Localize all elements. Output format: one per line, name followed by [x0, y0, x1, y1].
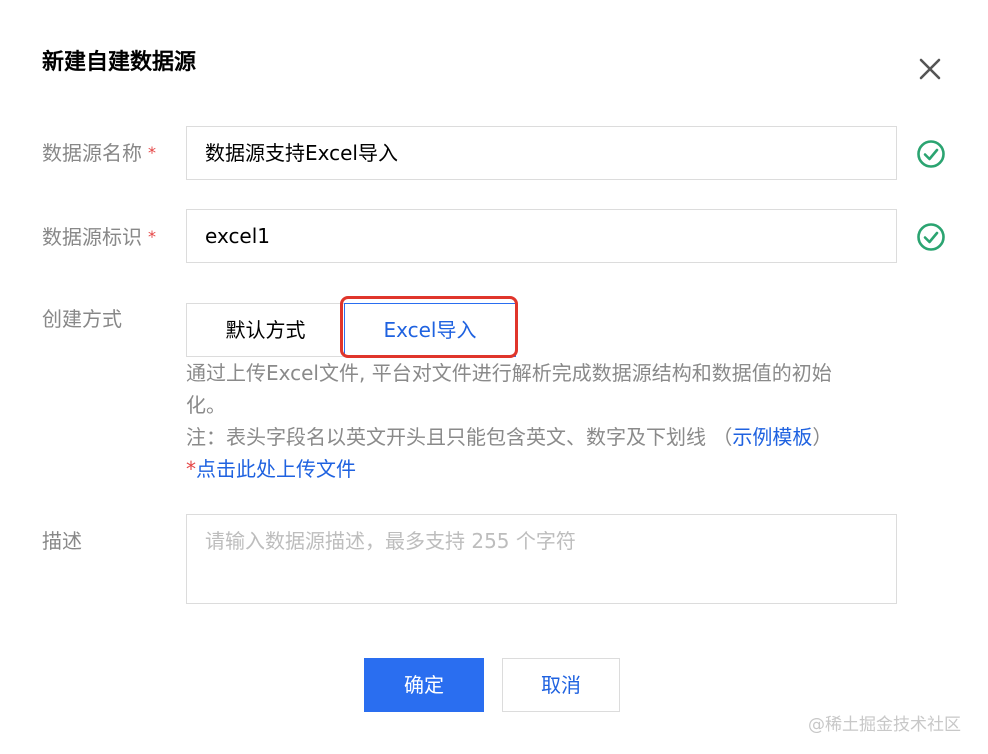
- watermark: @稀土掘金技术社区: [808, 715, 961, 735]
- check-circle-icon: [917, 140, 945, 168]
- create-mode-label: 创建方式: [42, 307, 122, 331]
- mode-option-excel[interactable]: Excel导入: [344, 303, 516, 357]
- name-input[interactable]: 数据源支持Excel导入: [186, 126, 897, 180]
- note-text: 注：表头字段名以英文开头且只能包含英文、数字及下划线 （示例模板）: [186, 425, 833, 449]
- check-circle-icon: [917, 223, 945, 251]
- required-mark: *: [148, 143, 156, 162]
- identifier-input[interactable]: excel1: [186, 209, 897, 263]
- description-textarea[interactable]: [186, 514, 897, 604]
- required-mark: *: [148, 227, 156, 246]
- required-mark: *: [186, 457, 196, 481]
- confirm-button[interactable]: 确定: [364, 658, 484, 712]
- sample-template-link[interactable]: 示例模板: [732, 425, 812, 449]
- name-label: 数据源名称 *: [42, 141, 156, 165]
- description-label: 描述: [42, 529, 82, 553]
- dialog-title: 新建自建数据源: [42, 50, 197, 75]
- mode-option-default[interactable]: 默认方式: [186, 303, 344, 357]
- identifier-label: 数据源标识 *: [42, 225, 156, 249]
- help-text-line2: 化。: [186, 393, 226, 417]
- help-text-line1: 通过上传Excel文件, 平台对文件进行解析完成数据源结构和数据值的初始: [186, 361, 832, 385]
- new-datasource-dialog: 新建自建数据源 数据源名称 * 数据源支持Excel导入 数据源标识 * excel…: [0, 0, 988, 754]
- upload-row: *点击此处上传文件: [186, 453, 356, 485]
- upload-file-link[interactable]: 点击此处上传文件: [196, 457, 356, 481]
- close-icon[interactable]: [914, 53, 946, 85]
- cancel-button[interactable]: 取消: [502, 658, 620, 712]
